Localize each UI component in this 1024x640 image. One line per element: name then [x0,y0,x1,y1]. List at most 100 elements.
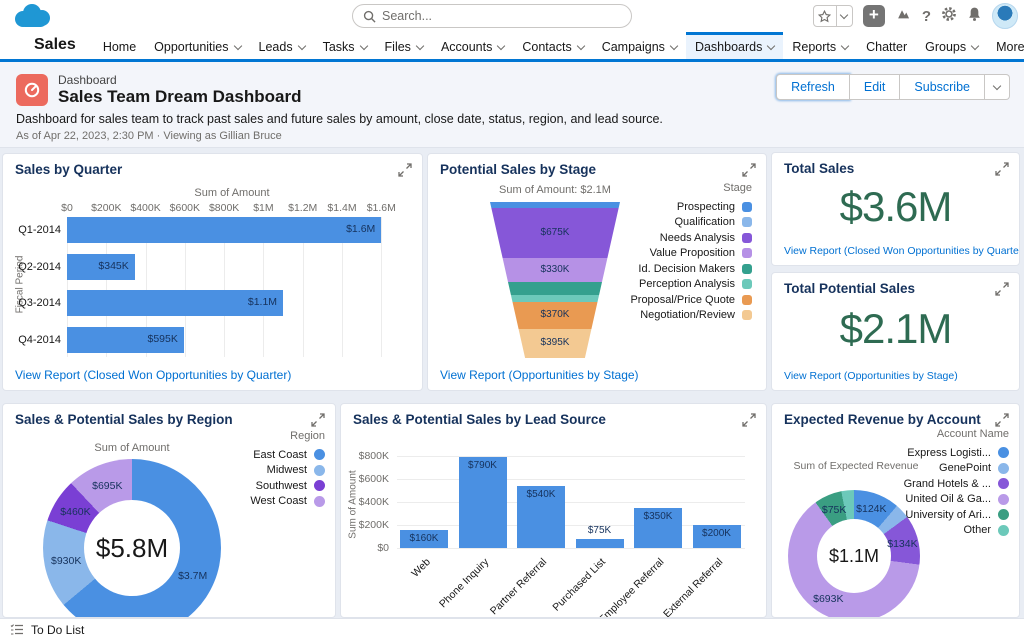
axis-tick: $400K [358,496,389,508]
page-title: Sales Team Dream Dashboard [58,87,302,106]
tab-tasks[interactable]: Tasks [314,32,376,59]
region-donut-chart[interactable]: $5.8M $3.7M $930K $460K $695K [43,459,221,617]
bar-purchased-list[interactable] [575,539,624,548]
setup-button[interactable] [941,6,957,27]
view-report-link[interactable]: View Report (Opportunities by Stage) [784,370,958,382]
trailhead-button[interactable] [895,6,912,26]
notifications-button[interactable] [967,6,982,27]
axis-tick: $800K [358,450,389,462]
slice-label-east-coast: $3.7M [178,570,208,583]
tab-label: Accounts [440,40,493,54]
view-report-link[interactable]: View Report (Opportunities by Stage) [440,368,639,382]
view-report-link[interactable]: View Report (Closed Won Opportunities by… [784,245,1019,257]
gridline [381,217,383,357]
expand-icon[interactable] [742,413,756,427]
bar-q1-2014[interactable]: $1.6M [67,217,382,243]
favorites-dropdown-button[interactable] [835,6,852,26]
app-navigation: Sales Home Opportunities Leads Tasks Files Ac… [0,32,1024,62]
category-label: External Referral [660,556,725,618]
legend-swatch [998,447,1009,459]
tab-label: Groups [925,40,967,54]
legend-item-west-coast: West Coast [250,494,325,510]
gridline [397,479,745,480]
card-title: Sales & Potential Sales by Lead Source [353,412,606,427]
help-button[interactable]: ? [922,8,931,25]
quick-create-button[interactable]: + [862,5,885,27]
legend-item-negotiation-review: Negotiation/Review [630,308,752,324]
bar-value-label: $75K [587,525,612,537]
expand-icon[interactable] [995,282,1009,296]
chevron-down-icon [767,41,776,50]
tab-leads[interactable]: Leads [250,32,314,59]
funnel-segment-id-decision-makers[interactable] [490,281,620,295]
expand-icon[interactable] [742,163,756,177]
tab-reports[interactable]: Reports [783,32,857,59]
tab-files[interactable]: Files [376,32,432,59]
funnel-segment-perception-analysis[interactable] [490,294,620,302]
tab-label: Dashboards [694,40,763,54]
expand-icon[interactable] [995,413,1009,427]
edit-button[interactable]: Edit [849,74,901,100]
legend-item-grand-hotels: Grand Hotels & ... [904,476,1009,492]
app-launcher-button[interactable] [16,37,24,57]
card-title: Sales & Potential Sales by Region [15,412,233,427]
nav-tabs: Home Opportunities Leads Tasks Files Accounts… [94,32,1024,59]
tab-label: Reports [792,40,837,54]
legend-item-midwest: Midwest [250,463,325,479]
gridline [397,502,745,503]
expand-icon[interactable] [311,413,325,427]
account-donut-chart[interactable]: $1.1M $124K $134K $693K $75K [788,490,920,617]
expand-icon[interactable] [398,163,412,177]
tab-opportunities[interactable]: Opportunities [145,32,249,59]
bar-q2-2014[interactable]: $345K [67,253,135,280]
tab-dashboards[interactable]: Dashboards [685,32,784,59]
search-input[interactable] [382,9,621,23]
legend-item-express-logisti: Express Logisti... [904,445,1009,461]
legend-title: Region [290,430,325,442]
tab-contacts[interactable]: Contacts [513,32,592,59]
card-title: Total Potential Sales [784,281,916,296]
user-avatar[interactable] [992,3,1018,29]
dashboard-grid: Sales by Quarter Sum of Amount Fiscal Pe… [0,148,1024,618]
tab-more[interactable]: More [987,32,1024,59]
category-label: Q3-2014 [18,297,61,309]
app-name[interactable]: Sales [34,36,76,59]
refresh-button[interactable]: Refresh [776,74,850,100]
axis-tick: $600K [169,202,201,214]
subscribe-button[interactable]: Subscribe [900,74,985,100]
legend-item-value-proposition: Value Proposition [630,246,752,262]
tab-chatter[interactable]: Chatter [857,32,916,59]
tab-groups[interactable]: Groups [916,32,987,59]
tab-home[interactable]: Home [94,32,145,59]
favorite-star-button[interactable] [814,6,836,26]
bar-value-label: $345K [98,259,129,272]
legend-swatch [998,509,1009,521]
card-title: Potential Sales by Stage [440,162,597,177]
bar-q3-2014[interactable]: $1.1M [67,290,284,316]
legend-swatch [742,310,752,321]
chevron-down-icon [233,41,242,50]
axis-tick: $200K [358,519,389,531]
tab-accounts[interactable]: Accounts [432,32,513,59]
view-report-link[interactable]: View Report (Closed Won Opportunities by… [15,368,291,382]
legend-label: University of Ari... [905,508,991,521]
slice-label-university-of-ari: $75K [821,504,847,517]
legend-item-university-of-ari: University of Ari... [904,507,1009,523]
axis-tick: $1M [253,202,274,214]
category-label: Q4-2014 [18,333,61,346]
category-label: Purchased List [550,556,608,614]
legend-account: Account Name Express Logisti... GenePoint G… [904,428,1009,538]
legend-stage: Stage Prospecting Qualification Needs Analy… [630,182,752,323]
legend-label: Proposal/Price Quote [630,293,735,306]
bar-q4-2014[interactable]: $595K [67,326,184,353]
tab-campaigns[interactable]: Campaigns [593,32,686,59]
more-actions-button[interactable] [985,74,1010,100]
slice-label-southwest: $460K [60,506,91,519]
tab-label: Opportunities [154,40,229,54]
global-search[interactable] [352,4,632,28]
legend-item-needs-analysis: Needs Analysis [630,230,752,246]
axis-tick: $1.2M [288,202,318,214]
funnel-value-label: $330K [540,263,570,275]
todo-list-button[interactable]: To Do List [31,623,84,637]
expand-icon[interactable] [995,162,1009,176]
